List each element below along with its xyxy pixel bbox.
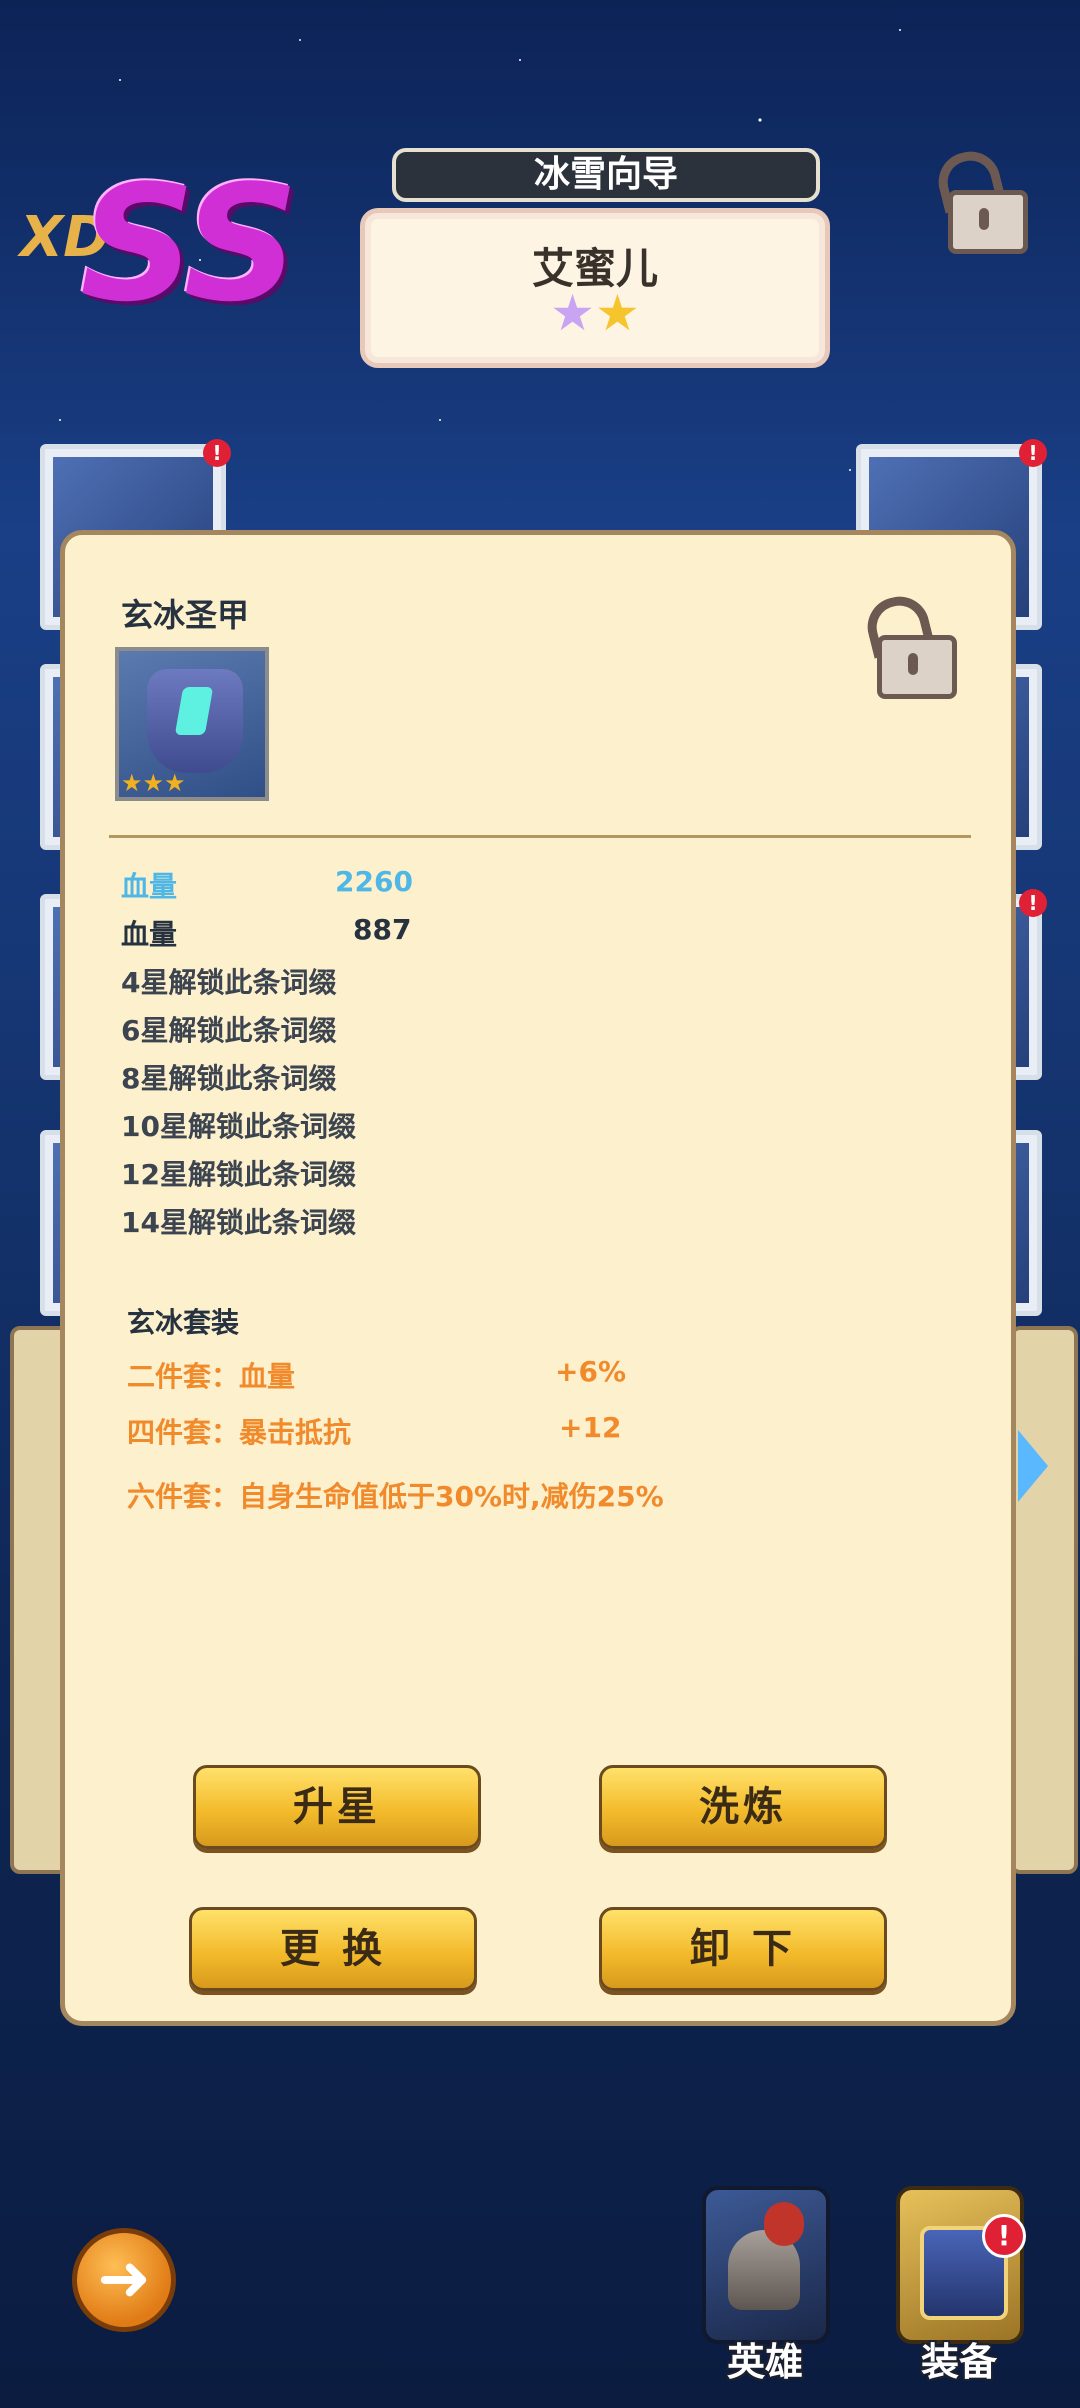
back-button[interactable]: ➜ bbox=[72, 2228, 176, 2332]
rank-badge: XD SS bbox=[20, 150, 299, 337]
refine-button[interactable]: 洗炼 bbox=[599, 1765, 887, 1849]
set-bonus-label: 四件套：暴击抵抗 bbox=[127, 1416, 352, 1449]
back-arrow-icon: ➜ bbox=[97, 2242, 151, 2316]
rank-label: SS bbox=[80, 150, 299, 337]
locked-affix: 8星解锁此条词缀 bbox=[121, 1062, 337, 1095]
stat-value: 2260 bbox=[335, 865, 413, 898]
hero-lock-icon[interactable] bbox=[928, 145, 1028, 254]
equipment-tab-label: 装备 bbox=[920, 2340, 997, 2384]
locked-affix: 14星解锁此条词缀 bbox=[121, 1206, 356, 1239]
alert-badge: ! bbox=[203, 439, 231, 467]
equipment-detail-modal: 玄冰圣甲 ★★★ 血量 2260 血量 887 4星解锁此条词缀 6星解锁此条词… bbox=[60, 530, 1016, 2026]
divider bbox=[109, 835, 971, 838]
locked-affix: 4星解锁此条词缀 bbox=[121, 966, 337, 999]
equipment-tab[interactable]: ! 装备 bbox=[884, 2186, 1034, 2386]
right-side-panel bbox=[1010, 1326, 1078, 1874]
hero-class-bar: 冰雪向导 bbox=[392, 148, 820, 202]
stat-label: 血量 bbox=[121, 870, 178, 903]
set-bonus-label: 六件套：自身生命值低于30%时,减伤25% bbox=[127, 1480, 664, 1513]
locked-affix: 10星解锁此条词缀 bbox=[121, 1110, 356, 1143]
equipment-lock-icon[interactable] bbox=[857, 590, 957, 699]
alert-badge: ! bbox=[982, 2214, 1026, 2258]
set-bonus-label: 二件套：血量 bbox=[127, 1360, 296, 1393]
hero-tab[interactable]: 英雄 bbox=[690, 2186, 840, 2386]
equipment-chest-icon bbox=[896, 2186, 1024, 2344]
star-icon: ★ bbox=[550, 284, 595, 342]
set-bonus-value: +12 bbox=[559, 1411, 622, 1444]
hero-name-panel: 艾蜜儿 ★★ bbox=[360, 208, 830, 368]
set-name: 玄冰套装 bbox=[127, 1306, 240, 1339]
hero-stars: ★★ bbox=[365, 288, 825, 338]
alert-badge: ! bbox=[1019, 439, 1047, 467]
set-bonus-value: +6% bbox=[555, 1355, 626, 1388]
star-icon: ★ bbox=[595, 284, 640, 342]
item-stars: ★★★ bbox=[121, 769, 186, 797]
locked-affix: 6星解锁此条词缀 bbox=[121, 1014, 337, 1047]
locked-affix: 12星解锁此条词缀 bbox=[121, 1158, 356, 1191]
next-arrow-icon[interactable] bbox=[1018, 1430, 1048, 1502]
equipment-item-icon: ★★★ bbox=[115, 647, 269, 801]
replace-button[interactable]: 更 换 bbox=[189, 1907, 477, 1991]
equipment-title: 玄冰圣甲 bbox=[121, 596, 250, 634]
hero-tab-label: 英雄 bbox=[726, 2340, 803, 2384]
alert-badge: ! bbox=[1019, 889, 1047, 917]
stat-value: 887 bbox=[353, 913, 412, 946]
unequip-button[interactable]: 卸 下 bbox=[599, 1907, 887, 1991]
stat-label: 血量 bbox=[121, 918, 178, 951]
upgrade-star-button[interactable]: 升星 bbox=[193, 1765, 481, 1849]
helmet-icon bbox=[702, 2186, 830, 2344]
